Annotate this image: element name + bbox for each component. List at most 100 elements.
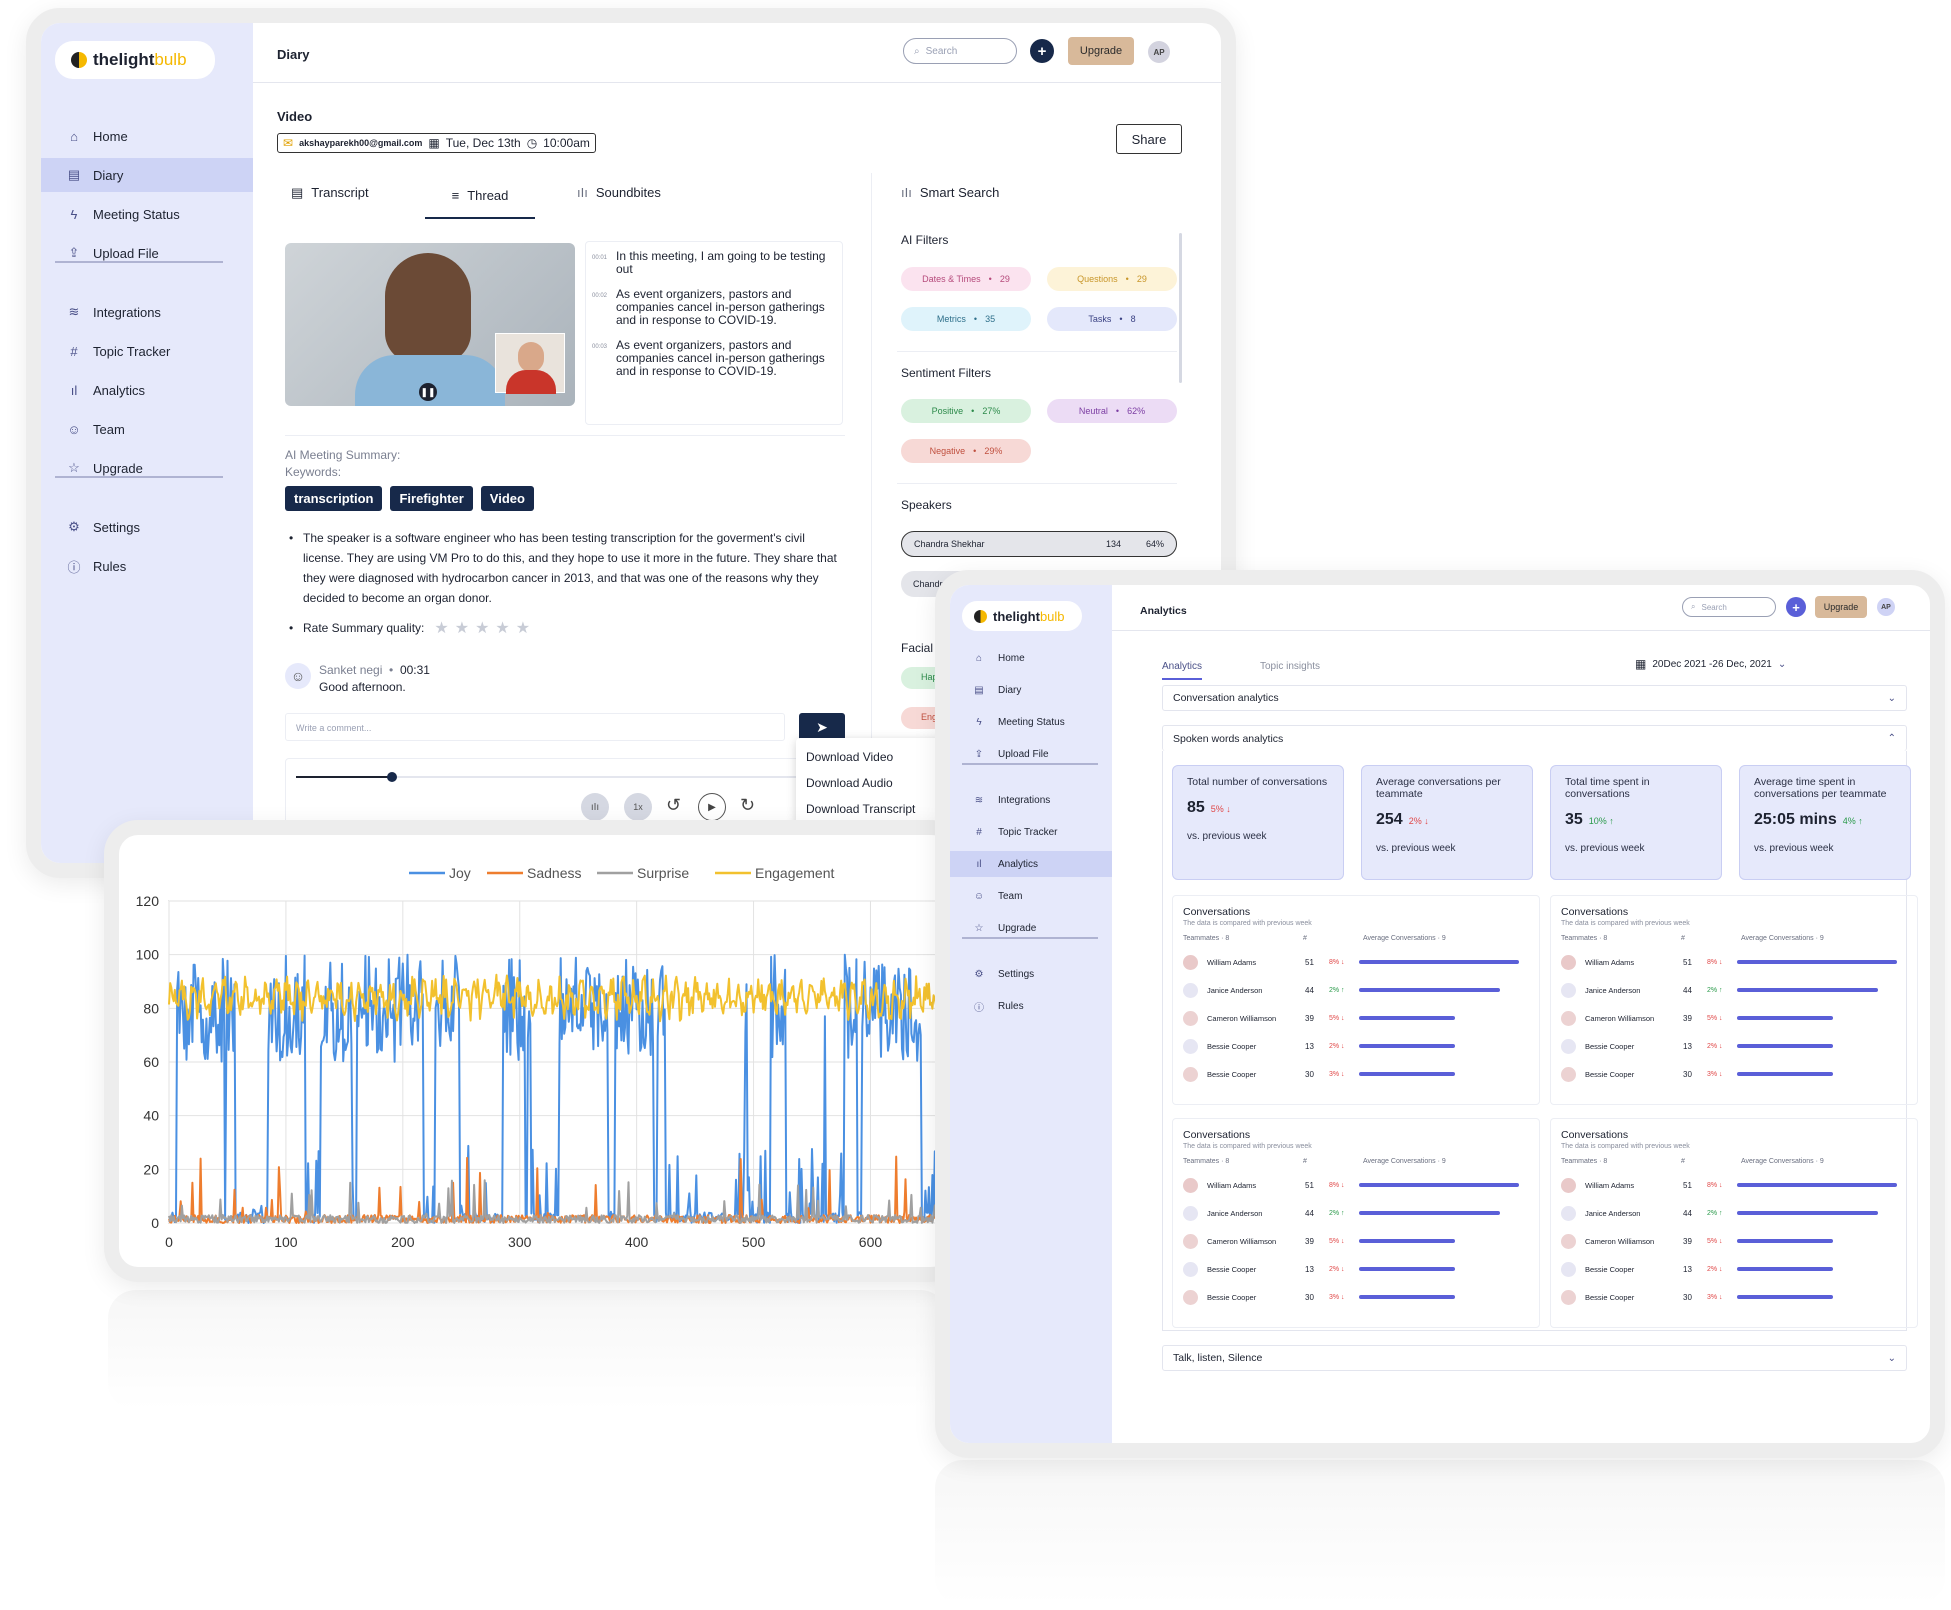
envelope-icon: ✉: [283, 136, 294, 150]
conversation-analytics-accordion[interactable]: Conversation analytics ⌄: [1162, 685, 1907, 711]
spoken-words-accordion[interactable]: Spoken words analytics ⌃: [1162, 725, 1907, 751]
waveform-button[interactable]: ıIı: [581, 793, 609, 821]
diary-sidebar: thelightbulb ⌂ Home ▤ Diary ϟ Meeting Status ⇪…: [41, 23, 253, 863]
filter-pill[interactable]: Neutral • 62%: [1047, 399, 1177, 423]
rewind-icon[interactable]: ↺: [666, 795, 681, 816]
sidebar-item-topic-tracker[interactable]: # Topic Tracker: [950, 819, 1112, 845]
table-row[interactable]: Bessie Cooper 13 2% ↓: [1561, 1032, 1907, 1060]
download-transcript-item[interactable]: Download Transcript: [806, 796, 936, 822]
table-row[interactable]: Bessie Cooper 30 3% ↓: [1183, 1060, 1529, 1088]
table-row[interactable]: Cameron Williamson 39 5% ↓: [1561, 1004, 1907, 1032]
download-audio-item[interactable]: Download Audio: [806, 770, 936, 796]
avatar[interactable]: AP: [1877, 598, 1895, 616]
add-button[interactable]: +: [1030, 39, 1054, 63]
keyword-chip[interactable]: Video: [480, 486, 534, 511]
sidebar-item-analytics[interactable]: ıl Analytics: [950, 851, 1112, 877]
talk-listen-accordion[interactable]: Talk, listen, Silence ⌄: [1162, 1345, 1907, 1371]
sidebar-item-upload-file[interactable]: ⇪ Upload File: [41, 236, 253, 270]
comment-input[interactable]: Write a comment...: [285, 713, 785, 741]
table-row[interactable]: Bessie Cooper 13 2% ↓: [1183, 1255, 1529, 1283]
table-row[interactable]: Bessie Cooper 13 2% ↓: [1183, 1032, 1529, 1060]
tab-topic-insights[interactable]: Topic insights: [1260, 661, 1320, 672]
table-row[interactable]: Cameron Williamson 39 5% ↓: [1183, 1004, 1529, 1032]
transcript-line[interactable]: 00:01 In this meeting, I am going to be t…: [592, 250, 836, 276]
sidebar-item-meeting-status[interactable]: ϟ Meeting Status: [950, 709, 1112, 735]
sidebar-item-home[interactable]: ⌂ Home: [950, 645, 1112, 671]
keyword-chip[interactable]: transcription: [285, 486, 383, 511]
sidebar-item-rules[interactable]: ⓘ Rules: [41, 549, 253, 583]
upgrade-button[interactable]: Upgrade: [1068, 37, 1134, 65]
filter-pill[interactable]: Tasks • 8: [1047, 307, 1177, 331]
table-row[interactable]: Janice Anderson 44 2% ↑: [1561, 1199, 1907, 1227]
table-row[interactable]: Cameron Williamson 39 5% ↓: [1561, 1227, 1907, 1255]
send-button[interactable]: ➤: [799, 713, 845, 741]
table-row[interactable]: Bessie Cooper 30 3% ↓: [1183, 1283, 1529, 1311]
table-row[interactable]: Janice Anderson 44 2% ↑: [1183, 976, 1529, 1004]
seek-handle[interactable]: [387, 772, 397, 782]
sidebar-item-diary[interactable]: ▤ Diary: [41, 158, 253, 192]
upgrade-button[interactable]: Upgrade: [1815, 596, 1867, 618]
play-button[interactable]: ▶: [698, 793, 726, 821]
smart-search-tab[interactable]: ıIı Smart Search: [901, 185, 999, 200]
tab-soundbites[interactable]: ıIı Soundbites: [577, 185, 661, 200]
transcript-line[interactable]: 00:02 As event organizers, pastors and co…: [592, 288, 836, 327]
sidebar-item-home[interactable]: ⌂ Home: [41, 119, 253, 153]
sidebar-item-rules[interactable]: ⓘ Rules: [950, 993, 1112, 1019]
hash-icon: #: [976, 826, 982, 838]
sidebar-item-settings[interactable]: ⚙ Settings: [950, 961, 1112, 987]
table-row[interactable]: Cameron Williamson 39 5% ↓: [1183, 1227, 1529, 1255]
table-row[interactable]: Janice Anderson 44 2% ↑: [1183, 1199, 1529, 1227]
filter-pill[interactable]: Positive • 27%: [901, 399, 1031, 423]
sidebar-item-label: Analytics: [93, 382, 146, 398]
table-row[interactable]: William Adams 51 8% ↓: [1561, 948, 1907, 976]
sidebar-item-analytics[interactable]: ıl Analytics: [41, 373, 253, 407]
legend-label: Sadness: [527, 865, 581, 881]
forward-icon[interactable]: ↻: [740, 795, 755, 816]
table-row[interactable]: William Adams 51 8% ↓: [1183, 1171, 1529, 1199]
sidebar-item-settings[interactable]: ⚙ Settings: [41, 510, 253, 544]
avatar: [1561, 1205, 1576, 1221]
sidebar-item-integrations[interactable]: ≋ Integrations: [41, 295, 253, 329]
share-button[interactable]: Share: [1116, 124, 1182, 154]
sidebar-item-team[interactable]: ☺ Team: [41, 412, 253, 446]
pip-video[interactable]: [495, 333, 565, 394]
analytics-sidebar: thelightbulb ⌂ Home ▤ Diary ϟ Meeting Status ⇪…: [950, 585, 1112, 1443]
video-player[interactable]: ❚❚: [285, 243, 575, 406]
table-row[interactable]: Bessie Cooper 30 3% ↓: [1561, 1283, 1907, 1311]
search-input[interactable]: ⌕ Search: [903, 38, 1017, 64]
table-row[interactable]: Bessie Cooper 30 3% ↓: [1561, 1060, 1907, 1088]
transcript-list: 00:01 In this meeting, I am going to be t…: [585, 241, 843, 425]
kpi-sub: vs. previous week: [1754, 843, 1834, 854]
filter-pill[interactable]: Questions • 29: [1047, 267, 1177, 291]
tab-analytics[interactable]: Analytics: [1162, 661, 1203, 680]
filter-pill[interactable]: Dates & Times • 29: [901, 267, 1031, 291]
sidebar-item-meeting-status[interactable]: ϟ Meeting Status: [41, 197, 253, 231]
speaker-row[interactable]: Chandra Shekhar13464%: [901, 531, 1177, 557]
avatar[interactable]: AP: [1148, 41, 1170, 63]
tab-transcript[interactable]: ▤ Transcript: [291, 185, 369, 201]
pause-icon[interactable]: ❚❚: [419, 383, 437, 401]
tab-thread[interactable]: ≡ Thread: [425, 173, 535, 219]
table-row[interactable]: Janice Anderson 44 2% ↑: [1561, 976, 1907, 1004]
x-tick-label: 0: [165, 1234, 173, 1250]
panel-scrollbar[interactable]: [1179, 233, 1182, 383]
speed-button[interactable]: 1x: [624, 793, 652, 821]
date-range-picker[interactable]: ▦ 20Dec 2021 -26 Dec, 2021 ⌄: [1635, 657, 1786, 671]
transcript-line[interactable]: 00:03 As event organizers, pastors and co…: [592, 339, 836, 378]
add-button[interactable]: +: [1786, 597, 1806, 617]
table-row[interactable]: William Adams 51 8% ↓: [1561, 1171, 1907, 1199]
info-icon: ⓘ: [67, 559, 81, 575]
sidebar-item-upgrade[interactable]: ☆ Upgrade: [41, 451, 253, 485]
table-row[interactable]: Bessie Cooper 13 2% ↓: [1561, 1255, 1907, 1283]
filter-pill[interactable]: Negative • 29%: [901, 439, 1031, 463]
sidebar-item-diary[interactable]: ▤ Diary: [950, 677, 1112, 703]
search-input[interactable]: ⌕ Search: [1682, 597, 1776, 617]
sidebar-item-integrations[interactable]: ≋ Integrations: [950, 787, 1112, 813]
filter-pill[interactable]: Metrics • 35: [901, 307, 1031, 331]
table-row[interactable]: William Adams 51 8% ↓: [1183, 948, 1529, 976]
sidebar-item-team[interactable]: ☺ Team: [950, 883, 1112, 909]
sidebar-item-topic-tracker[interactable]: # Topic Tracker: [41, 334, 253, 368]
keyword-chip[interactable]: Firefighter: [390, 486, 473, 511]
star-rating[interactable]: ★★★★★: [434, 618, 536, 638]
download-video-item[interactable]: Download Video: [806, 744, 936, 770]
